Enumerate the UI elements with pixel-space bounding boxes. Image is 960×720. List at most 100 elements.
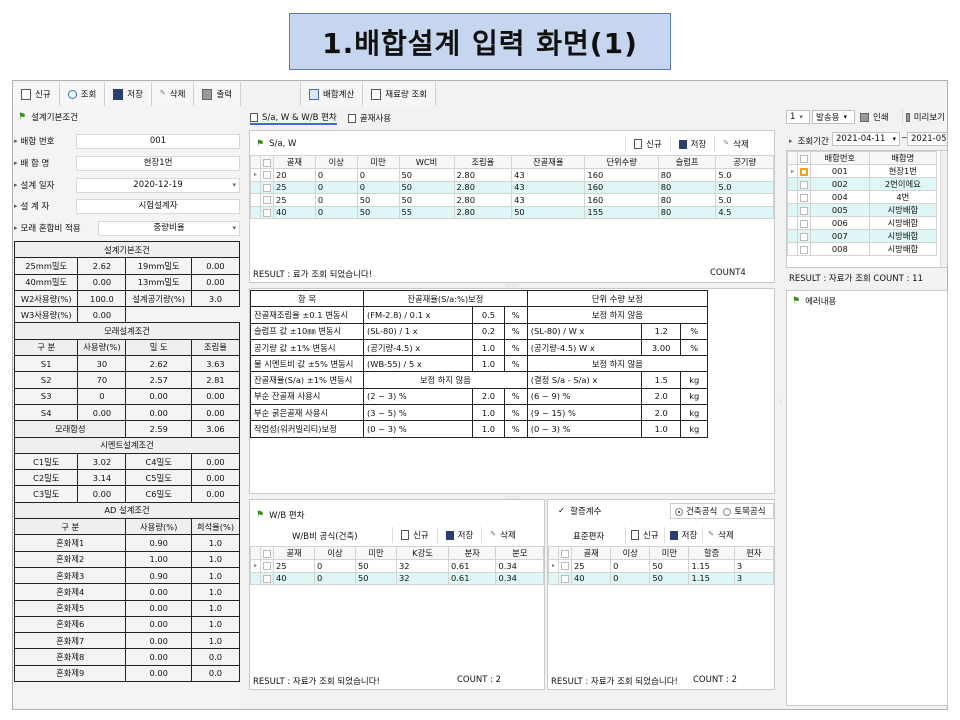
- table-cell[interactable]: 1.0: [472, 338, 505, 357]
- error-content-area[interactable]: [787, 311, 947, 705]
- wb-new-button[interactable]: 신규: [392, 527, 437, 543]
- inc-new-button[interactable]: 신규: [625, 527, 664, 543]
- table-cell[interactable]: 1.0: [190, 599, 241, 617]
- table-cell[interactable]: 2.0: [472, 387, 505, 406]
- table-cell[interactable]: 3.00: [640, 338, 682, 357]
- table-cell[interactable]: 1.0: [190, 632, 241, 650]
- table-row[interactable]: 40 0 50 32 0.61 0.34: [250, 571, 544, 585]
- row-checkbox[interactable]: [800, 219, 808, 228]
- row-checkbox[interactable]: [800, 245, 808, 254]
- table-cell[interactable]: 1.0: [472, 355, 505, 373]
- mix-no-input[interactable]: 001: [76, 133, 240, 149]
- print-button[interactable]: 출력: [194, 82, 242, 106]
- table-row[interactable]: ▸ 25 0 50 32 0.61 0.34: [250, 559, 544, 573]
- row-checkbox[interactable]: [561, 562, 569, 571]
- table-row[interactable]: ▸ 001 현장1번: [787, 164, 938, 178]
- select-all-checkbox[interactable]: [800, 154, 808, 163]
- table-cell[interactable]: 0.90: [125, 534, 192, 552]
- table-cell[interactable]: 0.00: [190, 452, 241, 471]
- wb-save-button[interactable]: 저장: [436, 527, 482, 543]
- mix-calc-button[interactable]: 배합계산: [300, 82, 364, 106]
- table-cell[interactable]: 2.62: [77, 257, 127, 275]
- table-row[interactable]: 004 4번: [787, 190, 938, 204]
- table-cell[interactable]: 1.0: [190, 583, 241, 601]
- row-checkbox[interactable]: [800, 180, 808, 189]
- row-checkbox[interactable]: [263, 562, 271, 571]
- table-cell[interactable]: 2.57: [125, 371, 192, 389]
- table-cell[interactable]: 3.0: [190, 289, 241, 308]
- row-checkbox[interactable]: [263, 183, 271, 192]
- table-cell[interactable]: 2.0: [640, 404, 682, 422]
- table-cell[interactable]: 30: [77, 355, 127, 373]
- row-checkbox[interactable]: [263, 196, 271, 205]
- sand-ratio-select[interactable]: 중량비율 ▾: [98, 220, 240, 236]
- delete-button[interactable]: ✎ 삭제: [151, 82, 195, 106]
- table-cell[interactable]: 0.2: [472, 322, 505, 340]
- date-to-picker[interactable]: 2021-05-1: [907, 132, 948, 146]
- page-select[interactable]: 1 ▾: [786, 110, 810, 124]
- table-cell[interactable]: 0.0: [190, 664, 241, 683]
- radio-building[interactable]: 건축공식: [675, 505, 717, 517]
- row-checkbox[interactable]: [263, 171, 271, 180]
- table-cell[interactable]: 1.0: [472, 420, 505, 438]
- table-cell[interactable]: 1.00: [125, 550, 192, 568]
- table-cell[interactable]: 0.00: [190, 387, 241, 405]
- search-button[interactable]: 조회: [59, 82, 106, 106]
- table-cell[interactable]: 0.00: [125, 615, 192, 634]
- table-row[interactable]: 002 2번이에요: [787, 177, 938, 191]
- table-cell[interactable]: 0.00: [125, 648, 192, 666]
- row-checkbox[interactable]: [800, 232, 808, 241]
- table-row[interactable]: 005 시방배합: [787, 203, 938, 217]
- table-cell[interactable]: 70: [77, 371, 127, 389]
- new-button[interactable]: 신규: [13, 82, 60, 106]
- table-row[interactable]: ▸ 20 0 0 50 2.80 43 160 80 5.0: [250, 168, 774, 182]
- sa-delete-button[interactable]: ✎ 삭제: [714, 136, 757, 152]
- table-cell[interactable]: 1.0: [190, 534, 241, 552]
- table-cell[interactable]: 0.5: [472, 306, 505, 324]
- save-button[interactable]: 저장: [105, 82, 152, 106]
- table-cell[interactable]: 0.00: [77, 306, 127, 324]
- table-cell[interactable]: 1.2: [640, 322, 682, 340]
- tab-aggregate[interactable]: 골재사용: [347, 112, 391, 124]
- row-checkbox[interactable]: [800, 206, 808, 215]
- design-date-picker[interactable]: 2020-12-19 ▾: [76, 177, 240, 193]
- row-checkbox[interactable]: [561, 574, 569, 583]
- table-cell[interactable]: 3.14: [77, 469, 127, 487]
- table-row[interactable]: 007 시방배합: [787, 229, 938, 243]
- table-cell[interactable]: 3.63: [190, 355, 241, 373]
- table-cell[interactable]: 0.00: [77, 403, 127, 422]
- designer-input[interactable]: 시험설계자: [76, 198, 240, 214]
- table-cell[interactable]: 0.00: [190, 485, 241, 503]
- tab-sa-wb[interactable]: S/a, W & W/B 편차: [250, 111, 337, 125]
- date-from-picker[interactable]: 2021-04-11 ▾: [832, 132, 900, 146]
- table-cell[interactable]: 0.00: [125, 387, 192, 405]
- table-cell[interactable]: 0.00: [125, 583, 192, 601]
- inc-save-button[interactable]: 저장: [663, 527, 703, 543]
- table-cell[interactable]: 1.0: [190, 615, 241, 634]
- table-cell[interactable]: 1.0: [472, 404, 505, 422]
- table-cell[interactable]: 0.00: [190, 257, 241, 275]
- table-row[interactable]: 006 시방배합: [787, 216, 938, 230]
- table-cell[interactable]: 0.00: [77, 485, 127, 503]
- mix-name-input[interactable]: 현장1번: [76, 155, 240, 171]
- table-cell[interactable]: 0.00: [125, 599, 192, 617]
- table-cell[interactable]: 1.5: [640, 371, 682, 389]
- table-cell[interactable]: 0.00: [125, 664, 192, 683]
- table-cell[interactable]: 0.0: [190, 648, 241, 666]
- table-cell[interactable]: 2.81: [190, 371, 241, 389]
- table-cell[interactable]: 0.00: [125, 403, 192, 422]
- table-cell[interactable]: 0: [77, 387, 127, 405]
- inc-delete-button[interactable]: ✎ 삭제: [702, 527, 739, 543]
- table-cell[interactable]: 100.0: [77, 289, 127, 308]
- table-cell[interactable]: 0.00: [125, 632, 192, 650]
- table-cell[interactable]: 0.00: [77, 273, 127, 291]
- table-cell[interactable]: 0.00: [190, 469, 241, 487]
- print-button-right[interactable]: 인쇄: [857, 109, 892, 125]
- table-cell[interactable]: 1.0: [640, 420, 682, 438]
- radio-civil[interactable]: 토목공식: [723, 505, 766, 517]
- table-cell[interactable]: 1.0: [190, 550, 241, 568]
- sa-new-button[interactable]: 신규: [625, 136, 670, 152]
- row-checkbox[interactable]: [263, 208, 271, 217]
- table-cell[interactable]: 3.02: [77, 452, 127, 471]
- table-cell[interactable]: 0.90: [125, 566, 192, 585]
